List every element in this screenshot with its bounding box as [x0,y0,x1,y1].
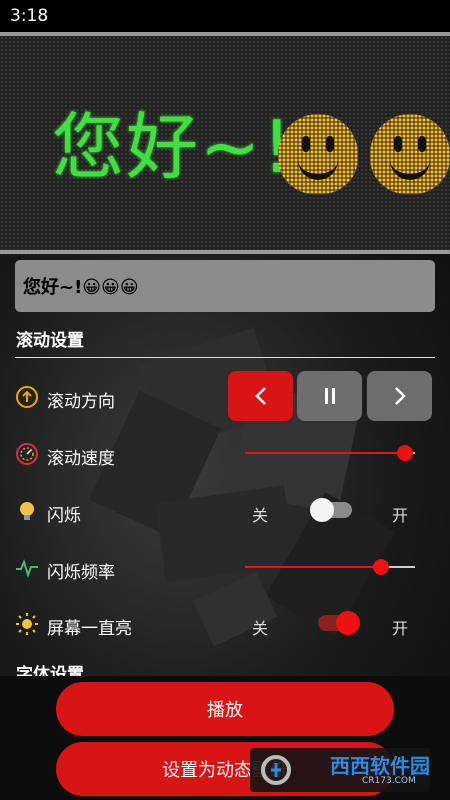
scroll-right-button[interactable] [367,371,432,421]
wave-icon [16,559,38,579]
smiley-icon [370,114,450,194]
blink-rate-slider[interactable] [245,559,415,575]
speedometer-icon [16,443,38,465]
scroll-speed-label: 滚动速度 [47,449,115,469]
screen-on-on-label: 开 [392,619,409,638]
chevron-right-icon [394,387,406,405]
arrow-up-circle-icon [16,386,38,408]
scroll-settings-title: 滚动设置 [16,331,84,351]
status-time: 3:18 [10,6,49,26]
divider [15,357,435,358]
screen-always-on-label: 屏幕一直亮 [47,619,132,639]
screen-on-off-label: 关 [252,619,269,638]
status-bar: 3:18 [0,0,450,32]
pause-icon [324,388,335,404]
slider-fill [245,566,381,568]
scroll-left-button[interactable] [228,371,293,421]
sun-icon [16,613,38,635]
switch-thumb[interactable] [310,498,334,522]
scroll-speed-slider[interactable] [245,445,415,461]
play-button[interactable]: 播放 [56,682,394,736]
watermark-brand: 西西软件园 [330,754,430,778]
led-preview-panel: 您好~! [0,32,450,254]
watermark-site: CR173.COM [362,776,416,786]
blink-switch[interactable] [310,498,352,522]
blink-label: 闪烁 [47,506,81,526]
blink-off-label: 关 [252,506,269,525]
screen-always-on-switch[interactable] [318,611,360,635]
chevron-left-icon [254,387,266,405]
blink-on-label: 开 [392,506,409,525]
led-text-input[interactable]: 您好~!😀😀😀 [15,260,435,312]
lightbulb-icon [20,502,34,520]
blink-rate-label: 闪烁频率 [47,563,115,583]
watermark-logo-icon [261,755,291,785]
led-preview-text: 您好~! [52,105,294,189]
slider-fill [245,452,405,454]
slider-thumb[interactable] [396,445,413,461]
smiley-icon [278,114,358,194]
scroll-direction-label: 滚动方向 [47,392,115,412]
switch-thumb[interactable] [336,611,360,635]
watermark: 西西软件园 CR173.COM [250,748,430,792]
pause-button[interactable] [297,371,362,421]
slider-thumb[interactable] [373,559,389,575]
